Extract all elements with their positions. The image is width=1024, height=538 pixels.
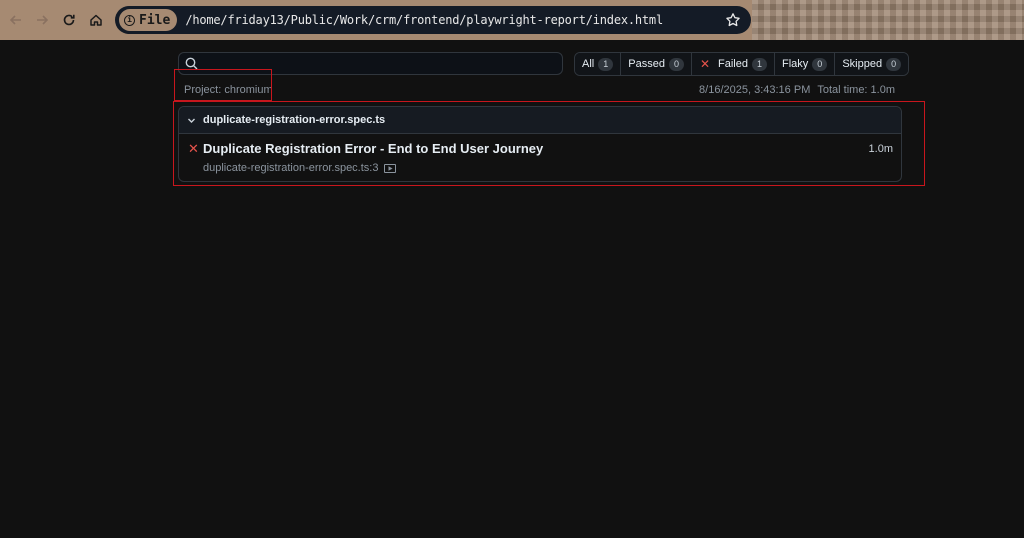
- forward-button[interactable]: [30, 8, 54, 32]
- address-bar[interactable]: i File /home/friday13/Public/Work/crm/fr…: [115, 6, 751, 34]
- filter-label: Failed: [718, 58, 748, 70]
- arrow-right-icon: [37, 15, 49, 25]
- site-info-chip[interactable]: i File: [119, 9, 178, 31]
- filter-count: 0: [668, 57, 684, 71]
- filter-count: 0: [812, 57, 828, 71]
- reload-icon: [63, 14, 75, 26]
- filter-label: Flaky: [782, 58, 809, 70]
- highlight-box-project: [174, 69, 272, 101]
- filter-count: 1: [752, 57, 768, 71]
- home-button[interactable]: [84, 8, 108, 32]
- filter-label: Skipped: [842, 58, 883, 70]
- filter-label: Passed: [628, 58, 665, 70]
- filter-count: 0: [886, 57, 902, 71]
- back-button[interactable]: [4, 8, 28, 32]
- highlight-box-spec-file: [173, 101, 925, 186]
- home-icon: [90, 14, 102, 26]
- filter-label: All: [582, 58, 595, 70]
- browser-toolbar: i File /home/friday13/Public/Work/crm/fr…: [0, 0, 1024, 40]
- status-filter-bar: All 1 Passed 0 ✕ Failed 1 Flaky 0 Skippe…: [574, 52, 910, 76]
- report-meta: 8/16/2025, 3:43:16 PM Total time: 1.0m: [699, 84, 895, 96]
- filter-failed[interactable]: ✕ Failed 1: [691, 53, 776, 75]
- total-time: Total time: 1.0m: [817, 84, 895, 96]
- report-timestamp: 8/16/2025, 3:43:16 PM: [699, 84, 811, 96]
- file-chip-label: File: [139, 12, 171, 28]
- filter-count: 1: [598, 57, 614, 71]
- pixelated-extensions-area: [752, 0, 1024, 40]
- url-text[interactable]: /home/friday13/Public/Work/crm/frontend/…: [185, 13, 663, 27]
- filter-all[interactable]: All 1: [575, 53, 622, 75]
- bookmark-star-icon[interactable]: [725, 12, 741, 28]
- filter-passed[interactable]: Passed 0: [621, 53, 692, 75]
- filter-flaky[interactable]: Flaky 0: [775, 53, 836, 75]
- failed-x-icon: ✕: [699, 57, 711, 71]
- arrow-left-icon: [9, 15, 21, 25]
- info-icon: i: [124, 14, 135, 26]
- reload-button[interactable]: [57, 8, 81, 32]
- filter-skipped[interactable]: Skipped 0: [835, 53, 909, 75]
